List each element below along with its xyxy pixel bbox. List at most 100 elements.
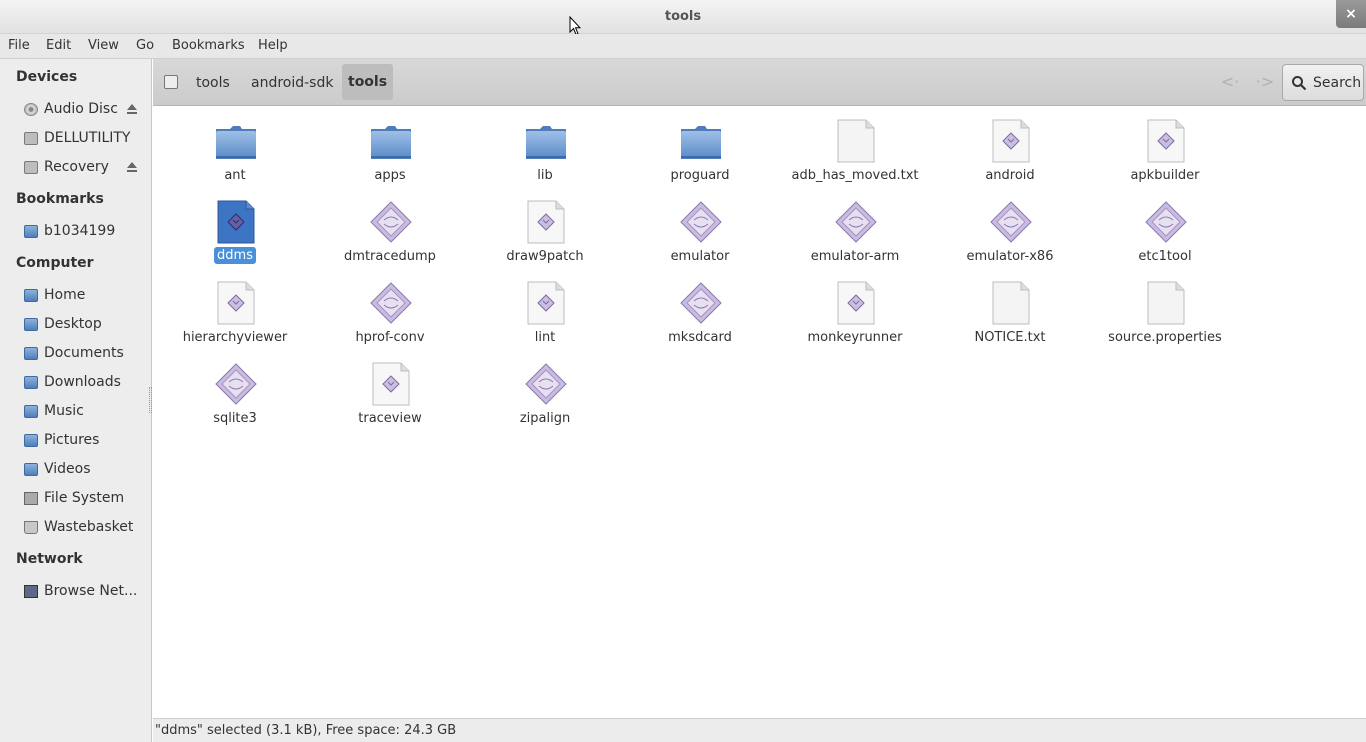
file-item[interactable]: etc1tool xyxy=(1090,190,1240,268)
path-segment-android-sdk[interactable]: android-sdk xyxy=(251,75,333,91)
eject-icon[interactable] xyxy=(126,103,138,115)
executable-icon xyxy=(989,200,1033,244)
sidebar-item-dellutility[interactable]: DELLUTILITY xyxy=(24,127,144,149)
menu-help[interactable]: Help xyxy=(258,38,288,53)
trash-icon xyxy=(24,520,38,534)
file-item[interactable]: draw9patch xyxy=(470,190,620,268)
file-item[interactable]: proguard xyxy=(625,109,775,187)
file-name: emulator-x86 xyxy=(966,249,1054,264)
file-item[interactable]: lint xyxy=(470,271,620,349)
menu-file[interactable]: File xyxy=(8,38,30,53)
file-name: zipalign xyxy=(519,411,571,426)
status-text: "ddms" selected (3.1 kB), Free space: 24… xyxy=(155,723,457,738)
sidebar-item-label: Music xyxy=(44,403,84,419)
sidebar-item-label: Documents xyxy=(44,345,124,361)
file-name: dmtracedump xyxy=(344,249,436,264)
sidebar-item-label: File System xyxy=(44,490,125,506)
file-item[interactable]: apps xyxy=(315,109,465,187)
sidebar-item-browse-network[interactable]: Browse Net... xyxy=(24,580,144,602)
file-item[interactable]: zipalign xyxy=(470,352,620,430)
file-name: monkeyrunner xyxy=(807,330,903,345)
file-name: lint xyxy=(534,330,556,345)
text-file-icon xyxy=(834,119,878,163)
file-name: lib xyxy=(537,168,553,183)
music-folder-icon xyxy=(24,404,38,418)
sidebar-item-label: b1034199 xyxy=(44,223,116,239)
sidebar-item-documents[interactable]: Documents xyxy=(24,342,144,364)
sidebar-item-wastebasket[interactable]: Wastebasket xyxy=(24,516,144,538)
executable-icon xyxy=(679,200,723,244)
file-item[interactable]: source.properties xyxy=(1090,271,1240,349)
sidebar-heading-network: Network xyxy=(16,551,83,567)
file-name: NOTICE.txt xyxy=(974,330,1046,345)
file-item[interactable]: hierarchyviewer xyxy=(160,271,310,349)
downloads-folder-icon xyxy=(24,375,38,389)
sidebar-item-b1034199[interactable]: b1034199 xyxy=(24,220,144,242)
network-icon xyxy=(24,584,38,598)
sidebar-item-music[interactable]: Music xyxy=(24,400,144,422)
file-item[interactable]: ddms xyxy=(160,190,310,268)
window-title: tools xyxy=(664,9,702,24)
menu-view[interactable]: View xyxy=(88,38,119,53)
script-file-icon xyxy=(524,281,568,325)
search-label: Search xyxy=(1313,74,1362,91)
script-file-icon xyxy=(1144,119,1188,163)
sidebar-item-pictures[interactable]: Pictures xyxy=(24,429,144,451)
file-name: proguard xyxy=(670,168,730,183)
file-name: ddms xyxy=(214,247,256,264)
executable-icon xyxy=(1144,200,1188,244)
file-name: sqlite3 xyxy=(213,411,257,426)
file-name: traceview xyxy=(358,411,422,426)
sidebar-item-home[interactable]: Home xyxy=(24,284,144,306)
forward-icon[interactable]: ·> xyxy=(1254,72,1276,92)
back-icon[interactable]: <· xyxy=(1219,72,1241,92)
file-item[interactable]: emulator xyxy=(625,190,775,268)
file-item[interactable]: ant xyxy=(160,109,310,187)
drive-icon xyxy=(24,131,38,145)
folder-icon xyxy=(214,119,258,163)
file-item[interactable]: dmtracedump xyxy=(315,190,465,268)
sidebar-item-label: DELLUTILITY xyxy=(44,130,131,146)
filesystem-icon xyxy=(24,491,38,505)
close-window-button[interactable]: × xyxy=(1336,0,1366,28)
file-item[interactable]: sqlite3 xyxy=(160,352,310,430)
file-item[interactable]: traceview xyxy=(315,352,465,430)
file-item[interactable]: adb_has_moved.txt xyxy=(780,109,930,187)
script-file-icon xyxy=(214,281,258,325)
drive-icon[interactable] xyxy=(164,75,178,89)
search-button[interactable]: Search xyxy=(1282,64,1364,101)
file-name: hprof-conv xyxy=(355,330,425,345)
sidebar-item-label: Videos xyxy=(44,461,91,477)
sidebar-resize-handle[interactable] xyxy=(149,387,152,413)
documents-folder-icon xyxy=(24,346,38,360)
executable-icon xyxy=(524,362,568,406)
home-folder-icon xyxy=(24,288,38,302)
menu-bookmarks[interactable]: Bookmarks xyxy=(172,38,245,53)
sidebar-item-label: Desktop xyxy=(44,316,102,332)
sidebar-item-desktop[interactable]: Desktop xyxy=(24,313,144,335)
sidebar-item-label: Pictures xyxy=(44,432,100,448)
file-item[interactable]: monkeyrunner xyxy=(780,271,930,349)
file-item[interactable]: hprof-conv xyxy=(315,271,465,349)
file-name: mksdcard xyxy=(668,330,732,345)
file-item[interactable]: android xyxy=(935,109,1085,187)
sidebar-item-downloads[interactable]: Downloads xyxy=(24,371,144,393)
sidebar-heading-devices: Devices xyxy=(16,69,78,85)
file-item[interactable]: emulator-x86 xyxy=(935,190,1085,268)
file-item[interactable]: mksdcard xyxy=(625,271,775,349)
sidebar-item-file-system[interactable]: File System xyxy=(24,487,144,509)
file-item[interactable]: lib xyxy=(470,109,620,187)
location-bar: tools android-sdk tools <· ·> Search xyxy=(153,59,1366,106)
path-segment-tools[interactable]: tools xyxy=(196,75,230,91)
menu-go[interactable]: Go xyxy=(136,38,154,53)
drive-icon xyxy=(24,160,38,174)
file-item[interactable]: NOTICE.txt xyxy=(935,271,1085,349)
menu-edit[interactable]: Edit xyxy=(46,38,71,53)
path-segment-tools-current[interactable]: tools xyxy=(342,64,394,100)
sidebar-item-videos[interactable]: Videos xyxy=(24,458,144,480)
file-item[interactable]: apkbuilder xyxy=(1090,109,1240,187)
file-item[interactable]: emulator-arm xyxy=(780,190,930,268)
window-titlebar: tools × xyxy=(0,0,1366,34)
eject-icon[interactable] xyxy=(126,161,138,173)
file-name: emulator-arm xyxy=(810,249,900,264)
